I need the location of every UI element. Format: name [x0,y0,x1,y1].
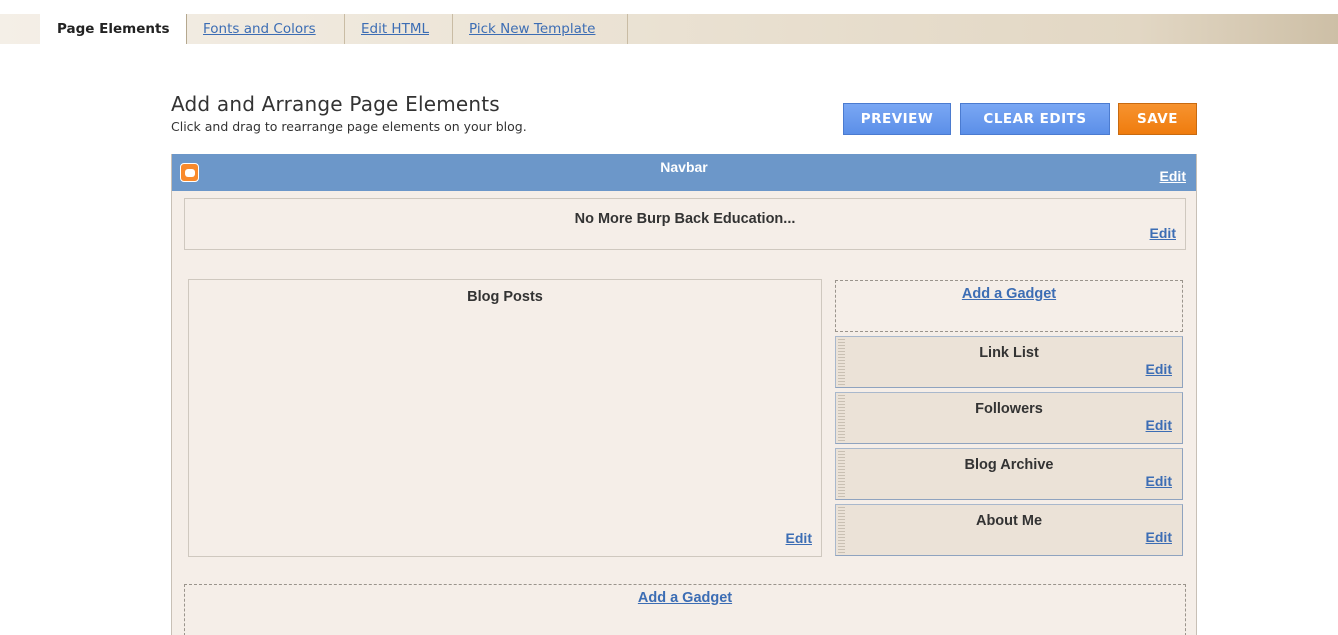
blog-posts-element[interactable]: Blog Posts Edit [188,279,822,557]
widget-title: Blog Archive [964,457,1054,473]
layout-editor: Navbar Edit No More Burp Back Education.… [171,154,1197,635]
widget-edit-link[interactable]: Edit [1146,473,1172,489]
widget-blog-archive[interactable]: Blog Archive Edit [835,448,1183,500]
tab-bar: Page Elements Fonts and Colors Edit HTML… [0,14,1338,44]
page-title: Add and Arrange Page Elements [171,92,500,116]
preview-button[interactable]: PREVIEW [843,103,951,135]
widget-edit-link[interactable]: Edit [1146,417,1172,433]
widget-title: Link List [979,345,1039,361]
widget-followers[interactable]: Followers Edit [835,392,1183,444]
blog-header-element[interactable]: No More Burp Back Education... Edit [184,198,1186,250]
sidebar-add-gadget-area: Add a Gadget [835,280,1183,332]
navbar-element: Navbar Edit [172,154,1196,191]
widget-title: About Me [975,513,1043,529]
tab-pick-new-template[interactable]: Pick New Template [453,14,628,44]
page-subtitle: Click and drag to rearrange page element… [171,119,527,134]
navbar-edit-link[interactable]: Edit [1160,168,1186,184]
navbar-title: Navbar [660,159,708,175]
sidebar-add-gadget-link[interactable]: Add a Gadget [836,286,1182,302]
tab-fonts-and-colors[interactable]: Fonts and Colors [187,14,345,44]
save-button[interactable]: SAVE [1118,103,1197,135]
blog-posts-title: Blog Posts [467,289,543,305]
blog-posts-edit-link[interactable]: Edit [786,530,812,546]
blog-header-edit-link[interactable]: Edit [1150,225,1176,241]
footer-add-gadget-link[interactable]: Add a Gadget [185,590,1185,606]
tab-edit-html[interactable]: Edit HTML [345,14,453,44]
clear-edits-button[interactable]: CLEAR EDITS [960,103,1110,135]
widget-link-list[interactable]: Link List Edit [835,336,1183,388]
widget-about-me[interactable]: About Me Edit [835,504,1183,556]
widget-title: Followers [975,401,1043,417]
footer-add-gadget-area: Add a Gadget [184,584,1186,635]
tab-page-elements[interactable]: Page Elements [40,14,187,44]
widget-edit-link[interactable]: Edit [1146,529,1172,545]
widget-edit-link[interactable]: Edit [1146,361,1172,377]
blog-header-title: No More Burp Back Education... [574,211,796,227]
